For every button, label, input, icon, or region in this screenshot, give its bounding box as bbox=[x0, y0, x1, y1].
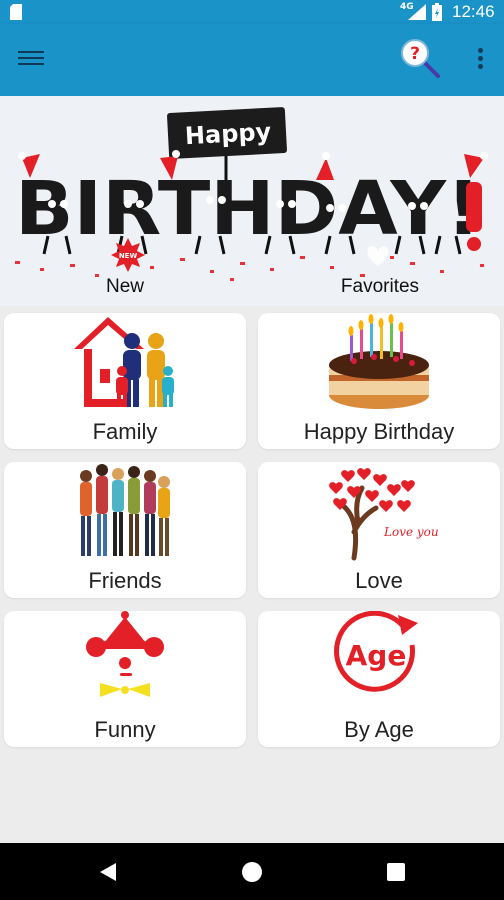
more-vert-icon[interactable] bbox=[470, 46, 490, 74]
status-bar: 4G 12:46 bbox=[0, 0, 504, 24]
love-heart-tree-icon: Love you bbox=[329, 468, 439, 561]
new-tab[interactable]: New bbox=[65, 276, 185, 298]
help-search-icon[interactable]: ? bbox=[398, 38, 444, 82]
system-nav-bar bbox=[0, 843, 504, 900]
category-label-by-age: By Age bbox=[344, 717, 414, 742]
love-you-art-text: Love you bbox=[383, 525, 439, 539]
category-label-friends: Friends bbox=[88, 568, 162, 593]
home-icon[interactable] bbox=[240, 860, 264, 884]
age-art-text: Age bbox=[346, 639, 407, 672]
hamburger-menu-icon[interactable] bbox=[18, 48, 44, 68]
category-label-love: Love bbox=[355, 568, 403, 593]
category-card-funny[interactable]: Funny bbox=[4, 611, 246, 747]
birthday-cake-icon bbox=[329, 314, 429, 409]
new-badge-icon: NEW bbox=[111, 238, 145, 272]
app-bar: ? bbox=[0, 24, 504, 96]
category-label-happy-birthday: Happy Birthday bbox=[303, 419, 455, 444]
category-card-love[interactable]: Love you Love bbox=[258, 462, 500, 598]
age-cycle-icon: Age bbox=[334, 611, 418, 692]
family-house-icon bbox=[74, 317, 174, 407]
banner-artwork: Happy BIRTHDAY! NEW bbox=[15, 107, 488, 281]
category-card-family[interactable]: Family bbox=[4, 313, 246, 449]
category-label-funny: Funny bbox=[94, 717, 156, 742]
friends-group-icon bbox=[80, 464, 170, 556]
clock: 12:46 bbox=[452, 2, 495, 21]
birthday-banner: Happy BIRTHDAY! NEW New Favorites bbox=[0, 96, 504, 306]
sd-card-icon bbox=[10, 4, 22, 20]
favorites-tab[interactable]: Favorites bbox=[320, 276, 440, 298]
category-card-happy-birthday[interactable]: Happy Birthday bbox=[258, 313, 500, 449]
battery-charging-icon bbox=[432, 3, 442, 21]
clown-face-icon bbox=[86, 611, 164, 697]
signal-icon bbox=[408, 4, 426, 20]
svg-text:NEW: NEW bbox=[119, 252, 138, 260]
banner-happy-text: Happy bbox=[184, 118, 272, 150]
back-icon[interactable] bbox=[96, 860, 120, 884]
category-card-by-age[interactable]: Age By Age bbox=[258, 611, 500, 747]
category-card-friends[interactable]: Friends bbox=[4, 462, 246, 598]
category-label-family: Family bbox=[92, 419, 158, 444]
recents-icon[interactable] bbox=[384, 860, 408, 884]
svg-text:?: ? bbox=[410, 44, 420, 64]
